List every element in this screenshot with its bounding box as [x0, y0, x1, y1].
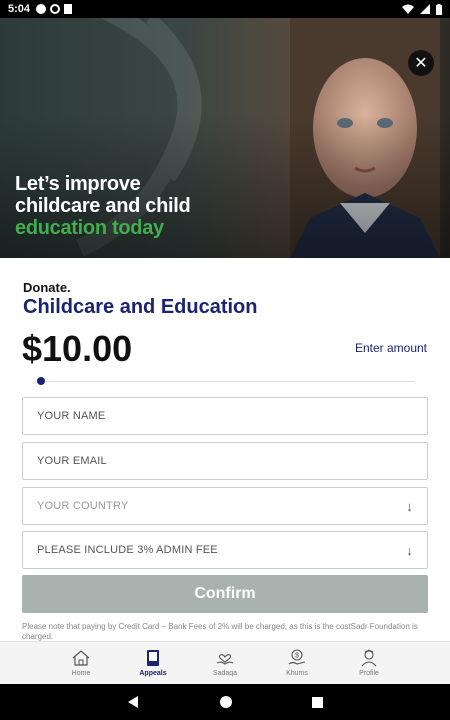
signal-icon: [420, 4, 430, 14]
hero-banner: Let’s improve childcare and child educat…: [0, 18, 450, 258]
amount-slider-thumb[interactable]: [37, 377, 45, 385]
notification-dot-icon: [36, 4, 47, 14]
profile-icon: [361, 649, 377, 667]
fee-note: Please note that paying by Credit Card –…: [22, 622, 418, 641]
status-bar: 5:04: [0, 0, 450, 18]
country-placeholder: YOUR COUNTRY: [37, 500, 129, 512]
khums-icon: $: [288, 649, 306, 665]
nav-label-sadaqa: Sadaqa: [212, 670, 238, 677]
country-select[interactable]: YOUR COUNTRY ↓: [22, 487, 428, 525]
recents-icon[interactable]: [311, 696, 323, 708]
home-icon: [72, 650, 90, 666]
arrow-down-icon: ↓: [406, 542, 413, 558]
wifi-icon: [402, 4, 414, 14]
campaign-title: Childcare and Education: [23, 296, 258, 318]
nav-item-home[interactable]: Home: [57, 642, 105, 684]
enter-amount-link[interactable]: Enter amount: [355, 341, 427, 355]
android-nav-bar: [0, 684, 450, 720]
headline-line-3: education today: [15, 217, 164, 239]
nav-label-profile: Profile: [359, 670, 379, 677]
donate-label: Donate.: [23, 280, 71, 295]
battery-icon: [436, 3, 442, 15]
bottom-nav: Home Appeals Sadaqa $ Khums Profile: [0, 641, 450, 684]
admin-fee-option: PLEASE INCLUDE 3% ADMIN FEE: [37, 544, 218, 556]
nav-item-profile[interactable]: Profile: [345, 642, 393, 684]
close-button[interactable]: ✕: [408, 50, 434, 76]
admin-fee-select[interactable]: PLEASE INCLUDE 3% ADMIN FEE ↓: [22, 531, 428, 569]
headline-line-2: childcare and child: [15, 195, 191, 217]
email-field[interactable]: YOUR EMAIL: [22, 442, 428, 480]
nav-label-khums: Khums: [286, 670, 308, 677]
nav-item-khums[interactable]: $ Khums: [273, 642, 321, 684]
confirm-button[interactable]: Confirm: [22, 575, 428, 613]
close-icon: ✕: [414, 55, 428, 72]
hero-headline: Let’s improve childcare and child educat…: [15, 173, 191, 239]
svg-text:$: $: [295, 653, 299, 660]
amount-slider-track[interactable]: [35, 381, 415, 382]
arrow-down-icon: ↓: [406, 498, 413, 514]
headline-line-1: Let’s improve: [15, 173, 141, 195]
app-notification-icon: [50, 4, 61, 14]
status-time: 5:04: [8, 3, 31, 15]
appeals-icon: [147, 650, 159, 666]
nav-item-sadaqa[interactable]: Sadaqa: [201, 642, 249, 684]
donation-amount: $10.00: [22, 328, 133, 369]
email-placeholder: YOUR EMAIL: [37, 455, 107, 467]
sd-card-icon: [64, 4, 73, 14]
nav-item-appeals[interactable]: Appeals: [129, 642, 177, 684]
nav-label-home: Home: [71, 670, 91, 677]
back-icon[interactable]: [127, 696, 140, 708]
name-placeholder: YOUR NAME: [37, 410, 106, 422]
name-field[interactable]: YOUR NAME: [22, 397, 428, 435]
donation-form: Donate. Childcare and Education $10.00 E…: [0, 258, 450, 684]
sadaqa-icon: [216, 654, 234, 665]
home-circle-icon[interactable]: [219, 696, 232, 708]
nav-label-appeals: Appeals: [139, 670, 167, 677]
